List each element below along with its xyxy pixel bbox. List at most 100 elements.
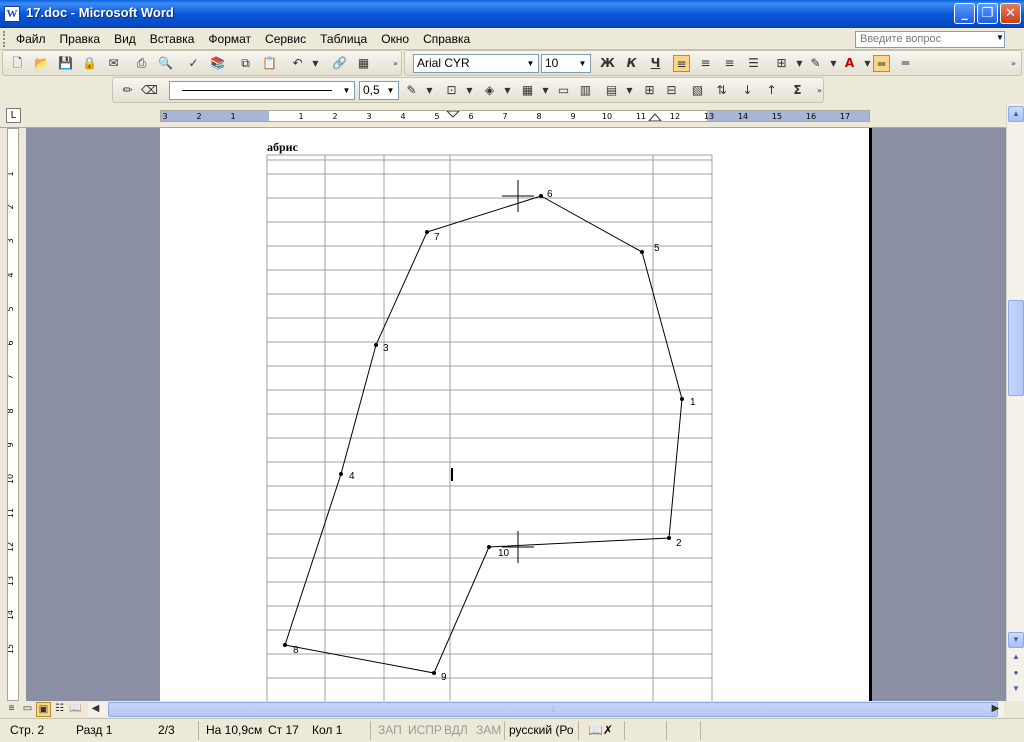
reading-layout-icon[interactable]: 📖 (68, 702, 83, 717)
menu-view[interactable]: Вид (114, 32, 136, 46)
chevron-down-icon[interactable]: ▼ (461, 82, 478, 99)
toolbar-options-icon[interactable]: » (387, 55, 404, 72)
bold-button[interactable]: Ж (599, 55, 616, 72)
vertical-scrollbar[interactable]: ▲ ▼ ▲ ● ▼ (1006, 104, 1024, 701)
restore-button[interactable]: ❐ (977, 3, 998, 24)
line-style-select[interactable]: ▼ (169, 81, 355, 100)
new-document-icon[interactable]: 🗋 (9, 55, 26, 72)
align-center-icon[interactable]: ≡ (697, 55, 714, 72)
vertical-scroll-thumb[interactable] (1008, 300, 1024, 396)
vertical-ruler-bar[interactable]: 123456789101112131415 (7, 128, 19, 701)
sort-descending-icon[interactable]: ↑ (763, 82, 780, 99)
scroll-left-button[interactable]: ◀ (88, 702, 103, 717)
text-direction-icon[interactable]: ⇅ (713, 82, 730, 99)
distribute-columns-icon[interactable]: ⊟ (663, 82, 680, 99)
undo-icon[interactable]: ↶ (289, 55, 306, 72)
web-layout-icon[interactable]: ▭ (20, 702, 35, 717)
save-icon[interactable]: 💾 (57, 55, 74, 72)
font-color-icon[interactable]: A (841, 55, 858, 72)
open-folder-icon[interactable]: 📂 (33, 55, 50, 72)
menu-edit[interactable]: Правка (60, 32, 101, 46)
font-name-select[interactable]: Arial CYR ▼ (413, 54, 539, 73)
menu-file[interactable]: Файл (16, 32, 46, 46)
border-color-icon[interactable]: ✎ (403, 82, 420, 99)
next-page-icon[interactable]: ▼ (1008, 682, 1024, 698)
survey-drawing[interactable]: 1 2 3 4 5 6 7 8 9 10 (160, 128, 872, 701)
italic-button[interactable]: К (623, 55, 640, 72)
hyperlink-icon[interactable]: 🔗 (331, 55, 348, 72)
draw-table-icon[interactable]: ✏ (119, 82, 136, 99)
menu-help[interactable]: Справка (423, 32, 470, 46)
chevron-down-icon[interactable]: ▼ (621, 82, 638, 99)
chevron-down-icon[interactable]: ▼ (576, 56, 589, 71)
spelling-status-icon[interactable]: 📖✗ (588, 723, 613, 737)
menu-insert[interactable]: Вставка (150, 32, 195, 46)
align-left-icon[interactable]: ≡ (673, 55, 690, 72)
menu-table[interactable]: Таблица (320, 32, 367, 46)
font-size-select[interactable]: 10 ▼ (541, 54, 591, 73)
toolbar-options-icon[interactable]: » (811, 82, 828, 99)
eraser-icon[interactable]: ⌫ (141, 82, 158, 99)
autosum-icon[interactable]: Σ (789, 82, 806, 99)
status-extend[interactable]: ВДЛ (444, 723, 468, 737)
minimize-button[interactable]: _ (954, 3, 975, 24)
browse-object-icon[interactable]: ● (1008, 666, 1024, 682)
word-app-icon[interactable]: W (4, 6, 20, 22)
line-weight-select[interactable]: 0,5 ▼ (359, 81, 399, 100)
highlight-icon[interactable]: ✎ (807, 55, 824, 72)
double-line-icon[interactable]: ═ (897, 55, 914, 72)
status-overtype[interactable]: ЗАМ (476, 723, 501, 737)
autoformat-icon[interactable]: ▧ (689, 82, 706, 99)
previous-page-icon[interactable]: ▲ (1008, 650, 1024, 666)
toolbar-options-icon[interactable]: » (1005, 55, 1022, 72)
justify-icon[interactable]: ☰ (745, 55, 762, 72)
chevron-down-icon[interactable]: ▼ (791, 55, 808, 72)
permission-icon[interactable]: 🔒 (81, 55, 98, 72)
status-record-macro[interactable]: ЗАП (378, 723, 402, 737)
sort-ascending-icon[interactable]: ↓ (739, 82, 756, 99)
print-preview-icon[interactable]: 🔍 (157, 55, 174, 72)
ruler-bar[interactable]: 3 2 1 1 2 3 4 5 6 7 8 9 10 11 12 13 14 15 16 17 (160, 110, 870, 122)
menu-window[interactable]: Окно (381, 32, 409, 46)
status-track-changes[interactable]: ИСПР (408, 723, 442, 737)
scroll-right-button[interactable]: ▶ (988, 702, 1003, 717)
chevron-down-icon[interactable]: ▼ (340, 83, 353, 98)
spelling-icon[interactable]: ✓ (185, 55, 202, 72)
close-button[interactable]: ✕ (1000, 3, 1021, 24)
shading-color-icon[interactable]: ◈ (481, 82, 498, 99)
chevron-down-icon[interactable]: ▼ (524, 56, 537, 71)
page[interactable]: абрис 1 2 3 4 5 6 7 8 9 10 (160, 128, 872, 701)
align-right-icon[interactable]: ≡ (721, 55, 738, 72)
horizontal-scrollbar[interactable]: ◀ ⦙ ▶ (88, 702, 1004, 717)
research-icon[interactable]: 📚 (209, 55, 226, 72)
borders-icon[interactable]: ⊞ (773, 55, 790, 72)
outline-view-icon[interactable]: ☷ (52, 702, 67, 717)
menu-format[interactable]: Формат (208, 32, 251, 46)
insert-table-icon[interactable]: ▦ (519, 82, 536, 99)
underline-button[interactable]: Ч (647, 55, 664, 72)
menu-tools[interactable]: Сервис (265, 32, 306, 46)
split-cells-icon[interactable]: ▥ (577, 82, 594, 99)
chevron-down-icon[interactable]: ▼ (994, 33, 1006, 46)
paste-icon[interactable]: 📋 (261, 55, 278, 72)
normal-view-icon[interactable]: ≡ (4, 702, 19, 717)
merge-cells-icon[interactable]: ▭ (555, 82, 572, 99)
scroll-down-button[interactable]: ▼ (1008, 632, 1024, 648)
line-style-icon[interactable]: ═ (873, 55, 890, 72)
print-layout-icon[interactable]: ▣ (36, 702, 51, 717)
chevron-down-icon[interactable]: ▼ (384, 83, 397, 98)
table-icon[interactable]: ▦ (355, 55, 372, 72)
distribute-rows-icon[interactable]: ⊞ (641, 82, 658, 99)
outside-border-icon[interactable]: ⊡ (443, 82, 460, 99)
print-icon[interactable]: ⎙ (133, 55, 150, 72)
scroll-up-button[interactable]: ▲ (1008, 106, 1024, 122)
chevron-down-icon[interactable]: ▼ (307, 55, 324, 72)
chevron-down-icon[interactable]: ▼ (537, 82, 554, 99)
chevron-down-icon[interactable]: ▼ (825, 55, 842, 72)
email-icon[interactable]: ✉ (105, 55, 122, 72)
align-cell-icon[interactable]: ▤ (603, 82, 620, 99)
chevron-down-icon[interactable]: ▼ (499, 82, 516, 99)
chevron-down-icon[interactable]: ▼ (421, 82, 438, 99)
document-area[interactable]: абрис 1 2 3 4 5 6 7 8 9 10 (26, 128, 1006, 701)
copy-icon[interactable]: ⧉ (237, 55, 254, 72)
